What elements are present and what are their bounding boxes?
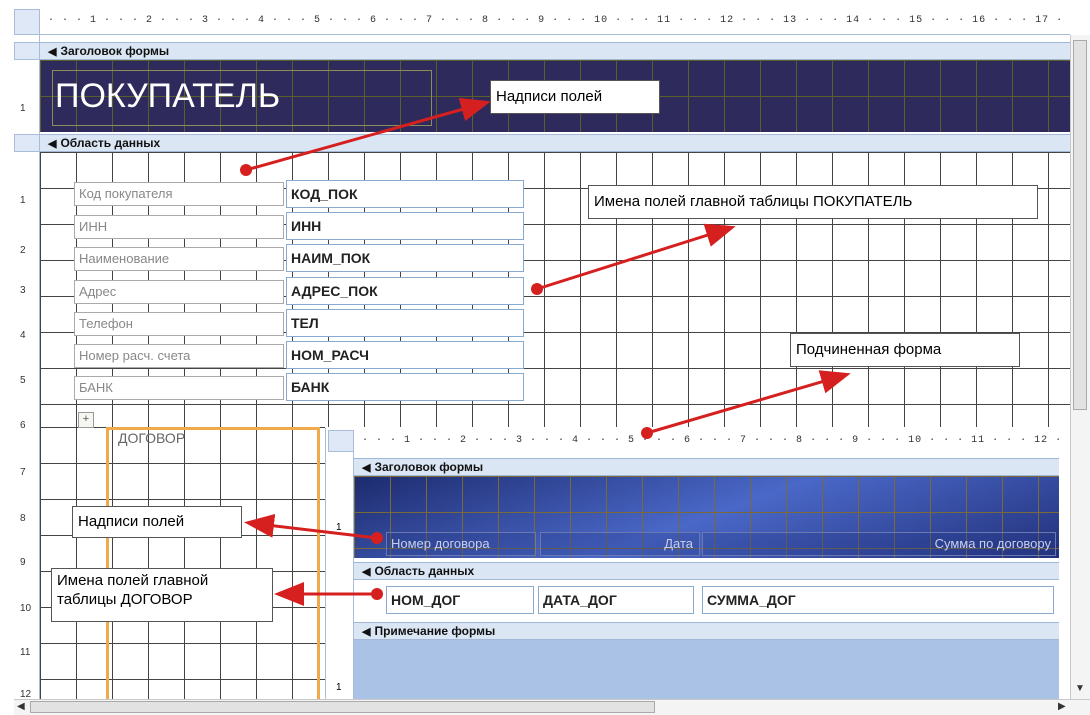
ruler-number: 2 [20,245,26,256]
ruler-number: 4 [20,330,26,341]
section-label: Заголовок формы [60,44,170,58]
sub-field-data-dog[interactable]: ДАТА_ДОГ [538,586,694,614]
annotation-subform: Подчиненная форма [790,333,1020,367]
annotation-labels-top: Надписи полей [490,80,660,114]
ruler-number: 3 [20,285,26,296]
field-naim-pok[interactable]: НАИМ_ПОК [286,244,524,272]
ruler-number: 6 [20,420,26,431]
header-section-bar[interactable]: ◀ Заголовок формы [40,42,1070,60]
field-tel[interactable]: ТЕЛ [286,309,524,337]
ruler-number: 7 [20,467,26,478]
annotation-line: Имена полей главной [57,572,209,589]
sub-field-summa-dog[interactable]: СУММА_ДОГ [702,586,1054,614]
vertical-scroll-thumb[interactable] [1073,40,1087,410]
label-naim[interactable]: Наименование [74,247,284,271]
subform-label[interactable]: ДОГОВОР [118,430,185,446]
ruler-number: 1 [20,103,26,114]
section-arrow-icon: ◀ [362,462,371,474]
section-selector[interactable] [14,42,40,60]
section-label: Заголовок формы [374,460,484,474]
label-tel[interactable]: Телефон [74,312,284,336]
label-inn[interactable]: ИНН [74,215,284,239]
subform-horizontal-ruler: · · · 1 · · · 2 · · · 3 · · · 4 · · · 5 … [362,435,1067,446]
field-kod-pok[interactable]: КОД_ПОК [286,180,524,208]
label-nom-rasch[interactable]: Номер расч. счета [74,344,284,368]
sub-label-summa[interactable]: Сумма по договору [702,532,1056,556]
ruler-number: 11 [20,647,31,658]
section-arrow-icon: ◀ [362,626,371,638]
form-designer-window: · · · 1 · · · 2 · · · 3 · · · 4 · · · 5 … [0,0,1090,715]
ruler-number: 5 [20,375,26,386]
field-adres-pok[interactable]: АДРЕС_ПОК [286,277,524,305]
field-inn[interactable]: ИНН [286,212,524,240]
field-nom-rasch[interactable]: НОМ_РАСЧ [286,341,524,369]
move-handle-icon[interactable]: + [78,412,94,428]
form-selector[interactable] [14,9,40,35]
form-title-label[interactable]: ПОКУПАТЕЛЬ [52,70,432,126]
annotation-line: таблицы ДОГОВОР [57,591,193,608]
subform-detail-section-bar[interactable]: ◀ Область данных [354,562,1059,580]
ruler-number: 9 [20,557,26,568]
ruler-number: 10 [20,603,32,614]
scroll-down-icon[interactable]: ▼ [1075,683,1085,694]
sub-label-nom-dog[interactable]: Номер договора [386,532,536,556]
annotation-main-fields: Имена полей главной таблицы ПОКУПАТЕЛЬ [588,185,1038,219]
section-arrow-icon: ◀ [362,566,371,578]
horizontal-ruler: · · · 1 · · · 2 · · · 3 · · · 4 · · · 5 … [40,9,1070,35]
section-arrow-icon: ◀ [48,138,57,150]
subform-footer-section-bar[interactable]: ◀ Примечание формы [354,622,1059,640]
scroll-right-icon[interactable]: ▶ [1058,701,1066,712]
detail-section-bar[interactable]: ◀ Область данных [40,134,1070,152]
scroll-left-icon[interactable]: ◀ [17,701,25,712]
ruler-number: 1 [20,195,26,206]
field-bank[interactable]: БАНК [286,373,524,401]
ruler-number: 1 [336,522,342,533]
subform-control-frame[interactable] [106,427,320,699]
section-label: Примечание формы [374,624,496,638]
subform-footer-area [354,640,1059,699]
subform-selector[interactable] [328,430,354,452]
label-kod-pok[interactable]: Код покупателя [74,182,284,206]
section-arrow-icon: ◀ [48,46,57,58]
section-selector[interactable] [14,134,40,152]
annotation-labels-sub: Надписи полей [72,506,242,538]
section-label: Область данных [60,136,161,150]
subform-header-section-bar[interactable]: ◀ Заголовок формы [354,458,1059,476]
ruler-number: 1 [336,682,342,693]
label-bank[interactable]: БАНК [74,376,284,400]
subform-vertical-ruler: 1 1 [328,452,354,699]
section-label: Область данных [374,564,475,578]
horizontal-scroll-thumb[interactable] [30,701,655,713]
sub-label-data[interactable]: Дата [540,532,700,556]
annotation-sub-fields: Имена полей главной таблицы ДОГОВОР [51,568,273,622]
sub-field-nom-dog[interactable]: НОМ_ДОГ [386,586,534,614]
ruler-number: 8 [20,513,26,524]
label-adres[interactable]: Адрес [74,280,284,304]
